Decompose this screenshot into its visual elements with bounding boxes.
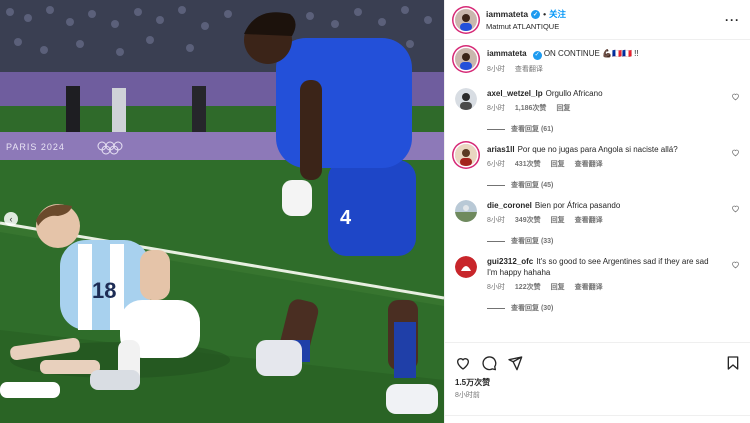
comment-item: axel_wetzel_lp Orgullo Africano 8小时 1,186… — [455, 88, 740, 134]
separator-dot: • — [543, 9, 547, 19]
view-replies-button[interactable]: 查看回复 (61) — [487, 124, 720, 134]
instagram-post-view: PARIS 2024 18 4 ‹ iammateta ✓ • 关注 Matmu… — [0, 0, 750, 423]
comment-item: die_coronel Bien por África pasando 8小时 3… — [455, 200, 740, 246]
avatar[interactable] — [455, 88, 477, 110]
comment-username[interactable]: die_coronel — [487, 201, 532, 210]
comment-time: 6小时 — [487, 161, 505, 168]
comment-text: Bien por África pasando — [534, 201, 621, 210]
player-left-number: 18 — [92, 278, 116, 303]
comment-time: 8小时 — [487, 284, 505, 291]
verified-icon: ✓ — [532, 51, 542, 60]
translate-button[interactable]: 查看翻译 — [575, 282, 603, 292]
view-replies-button[interactable]: 查看回复 (33) — [487, 236, 720, 246]
avatar[interactable] — [455, 256, 477, 278]
player-right-number: 4 — [340, 207, 352, 229]
reply-button[interactable]: 回复 — [551, 159, 565, 169]
translate-button[interactable]: 查看翻译 — [575, 215, 603, 225]
photo-illustration: PARIS 2024 18 4 — [0, 0, 444, 423]
heart-icon[interactable] — [731, 204, 740, 213]
caption: iammateta ✓ ON CONTINUE 💪🏿🇫🇷🇫🇷 !! 8小时 查看翻… — [455, 48, 740, 74]
chevron-left-icon[interactable]: ‹ — [4, 212, 18, 226]
comments-list: iammateta ✓ ON CONTINUE 💪🏿🇫🇷🇫🇷 !! 8小时 查看翻… — [445, 40, 750, 342]
caption-username[interactable]: iammateta — [487, 49, 527, 58]
comment-username[interactable]: gui2312_ofc — [487, 257, 533, 266]
post-header: iammateta ✓ • 关注 Matmut ATLANTIQUE ··· — [445, 0, 750, 40]
add-comment-bar[interactable] — [445, 415, 750, 423]
comment-time: 8小时 — [487, 217, 505, 224]
comment-item: gui2312_ofc It's so good to see Argentine… — [455, 256, 740, 313]
username[interactable]: iammateta — [486, 9, 528, 19]
share-icon[interactable] — [507, 355, 523, 371]
avatar[interactable] — [455, 48, 477, 70]
likes-count[interactable]: 1.5万次赞 — [455, 377, 741, 388]
avatar[interactable] — [455, 8, 477, 31]
reply-button[interactable]: 回复 — [551, 282, 565, 292]
heart-icon[interactable] — [455, 355, 471, 371]
caption-time: 8小时 — [487, 66, 505, 73]
post-sidebar: iammateta ✓ • 关注 Matmut ATLANTIQUE ··· i… — [444, 0, 750, 423]
comment-username[interactable]: axel_wetzel_lp — [487, 89, 543, 98]
heart-icon[interactable] — [731, 260, 740, 269]
comment-likes[interactable]: 349次赞 — [515, 215, 541, 225]
post-actions: 1.5万次赞 8小时前 — [445, 342, 750, 400]
comment-likes[interactable]: 431次赞 — [515, 159, 541, 169]
banner-text: PARIS 2024 — [6, 142, 65, 152]
reply-button[interactable]: 回复 — [556, 103, 570, 113]
comment-likes[interactable]: 122次赞 — [515, 282, 541, 292]
comment-text: Por que no jugas para Angola si naciste … — [517, 145, 678, 154]
view-replies-button[interactable]: 查看回复 (45) — [487, 180, 720, 190]
post-time: 8小时前 — [455, 392, 480, 399]
avatar[interactable] — [455, 200, 477, 222]
view-replies-button[interactable]: 查看回复 (30) — [487, 303, 720, 313]
comment-username[interactable]: arias1ll — [487, 145, 515, 154]
comment-text: Orgullo Africano — [545, 89, 603, 98]
bookmark-icon[interactable] — [725, 355, 741, 371]
reply-button[interactable]: 回复 — [551, 215, 565, 225]
location-label[interactable]: Matmut ATLANTIQUE — [486, 22, 725, 31]
verified-icon: ✓ — [531, 9, 541, 19]
comment-item: arias1ll Por que no jugas para Angola si … — [455, 144, 740, 190]
comment-time: 8小时 — [487, 105, 505, 112]
comment-likes[interactable]: 1,186次赞 — [515, 103, 547, 113]
comment-icon[interactable] — [481, 355, 497, 371]
translate-button[interactable]: 查看翻译 — [575, 159, 603, 169]
avatar[interactable] — [455, 144, 477, 166]
caption-translate[interactable]: 查看翻译 — [515, 64, 543, 74]
post-photo[interactable]: PARIS 2024 18 4 ‹ — [0, 0, 444, 423]
more-icon[interactable]: ··· — [725, 13, 740, 27]
follow-button[interactable]: 关注 — [549, 8, 566, 20]
heart-icon[interactable] — [731, 92, 740, 101]
heart-icon[interactable] — [731, 148, 740, 157]
caption-text: ON CONTINUE 💪🏿🇫🇷🇫🇷 !! — [543, 49, 639, 58]
